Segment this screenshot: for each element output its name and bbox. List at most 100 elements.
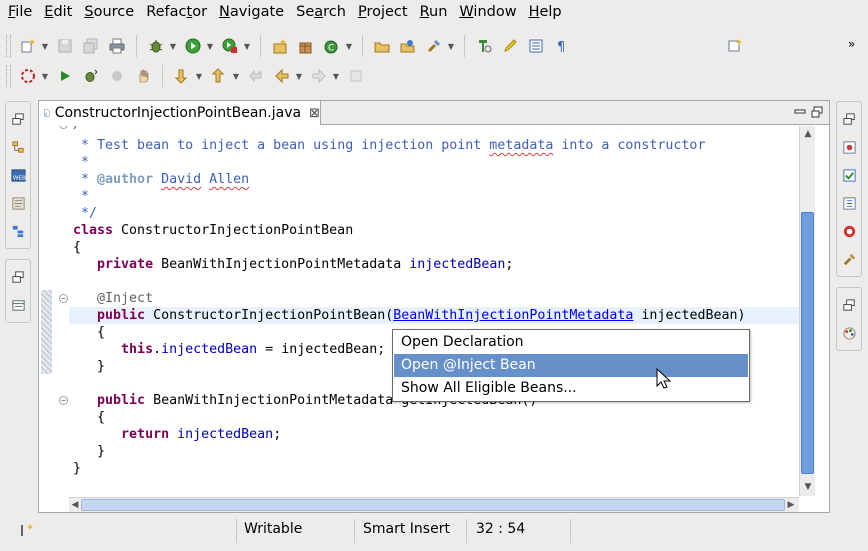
- left-trim-group-1: WEB: [5, 101, 31, 249]
- scroll-down-icon[interactable]: ▼: [802, 481, 814, 493]
- new-package-icon[interactable]: [295, 35, 317, 57]
- right-trim-group-1: [836, 101, 862, 277]
- hierarchy-icon[interactable]: [9, 138, 27, 156]
- maximize-icon[interactable]: [810, 105, 824, 119]
- hand-icon[interactable]: [132, 65, 154, 87]
- horizontal-scrollbar[interactable]: ◀ ▶: [69, 497, 799, 512]
- menu-run[interactable]: Run: [414, 0, 454, 25]
- restore-icon-2[interactable]: [9, 268, 27, 286]
- close-icon[interactable]: ⊠: [309, 106, 320, 121]
- new-class-icon[interactable]: C: [321, 35, 343, 57]
- menu-project[interactable]: Project: [352, 0, 414, 25]
- block-selection-icon[interactable]: [525, 35, 547, 57]
- color-palette-icon[interactable]: [840, 324, 858, 342]
- new-class-dropdown-icon[interactable]: ▼: [345, 35, 353, 57]
- code-area[interactable]: − − − / * Test bean to inject a bean usi…: [39, 126, 799, 496]
- svg-text:¶: ¶: [557, 40, 565, 54]
- tasks-icon[interactable]: [840, 166, 858, 184]
- skip-breakpoints-icon[interactable]: [17, 65, 39, 87]
- web-browser-icon[interactable]: WEB: [9, 166, 27, 184]
- open-type-icon[interactable]: [371, 35, 393, 57]
- horizontal-scroll-thumb[interactable]: [81, 499, 785, 511]
- menu-edit[interactable]: Edit: [38, 0, 78, 25]
- code-line: {: [73, 325, 106, 340]
- debug-icon[interactable]: [145, 35, 167, 57]
- fold-expanded-icon[interactable]: −: [59, 294, 68, 303]
- search-icon[interactable]: [423, 35, 445, 57]
- toolbar-grip-2[interactable]: [6, 65, 11, 87]
- menu-refactor[interactable]: Refactor: [140, 0, 213, 25]
- forward-icon: [308, 65, 330, 87]
- code-line: }: [73, 461, 82, 476]
- debug-step-icon[interactable]: [80, 65, 102, 87]
- left-trim-group-2: [5, 259, 31, 323]
- back-icon[interactable]: [271, 65, 293, 87]
- menu-window[interactable]: Window: [453, 0, 522, 25]
- type-hyperlink[interactable]: BeanWithInjectionPointMetadata: [393, 308, 633, 323]
- print-icon[interactable]: [106, 35, 128, 57]
- new-dropdown-icon[interactable]: ▼: [41, 35, 49, 57]
- tab-constructor-injection-point-bean[interactable]: J ConstructorInjectionPointBean.java ⊠: [39, 101, 321, 125]
- console-icon[interactable]: [9, 296, 27, 314]
- skip-breakpoints-dropdown-icon[interactable]: ▼: [41, 65, 49, 87]
- new-icon[interactable]: [17, 35, 39, 57]
- restore-icon-right-2[interactable]: [840, 296, 858, 314]
- status-writable: Writable: [244, 521, 303, 537]
- run-external-icon[interactable]: [219, 35, 241, 57]
- menu-help[interactable]: Help: [523, 0, 568, 25]
- right-trim-group-2: [836, 287, 862, 351]
- javadoc-icon[interactable]: [9, 194, 27, 212]
- debug-dropdown-icon[interactable]: ▼: [169, 35, 177, 57]
- open-task-icon[interactable]: [397, 35, 419, 57]
- toolbar-grip[interactable]: [6, 35, 11, 57]
- show-whitespace-icon[interactable]: ¶: [551, 35, 573, 57]
- fold-expanded-icon[interactable]: −: [59, 126, 68, 129]
- forward-dropdown-icon: ▼: [332, 71, 340, 81]
- bookmarks-icon[interactable]: [840, 194, 858, 212]
- menu-navigate[interactable]: Navigate: [213, 0, 290, 25]
- popup-open-inject-bean[interactable]: Open @Inject Bean BeanWithInjectionPoint…: [394, 354, 748, 396]
- code-line: */: [73, 206, 98, 221]
- open-perspective-icon[interactable]: [724, 35, 746, 57]
- scroll-up-icon[interactable]: ▲: [802, 128, 814, 140]
- next-annotation-dropdown-icon[interactable]: ▼: [195, 65, 203, 87]
- svg-text:WEB: WEB: [12, 175, 25, 181]
- scroll-left-icon[interactable]: ◀: [69, 499, 81, 511]
- scroll-right-icon[interactable]: ▶: [785, 499, 797, 511]
- popup-open-declaration[interactable]: Open Declaration: [394, 331, 748, 354]
- vertical-scroll-thumb[interactable]: [801, 212, 814, 474]
- menu-source[interactable]: Source: [78, 0, 140, 25]
- code-line: {: [73, 240, 82, 255]
- package-explorer-icon[interactable]: [840, 138, 858, 156]
- problems-icon[interactable]: [840, 222, 858, 240]
- overview-ruler[interactable]: [815, 126, 829, 512]
- popup-show-eligible-beans[interactable]: Show All Eligible Beans...: [394, 377, 748, 400]
- search-dropdown-icon[interactable]: ▼: [447, 35, 455, 57]
- fast-view-icon[interactable]: [20, 522, 36, 538]
- palette-icon[interactable]: [840, 250, 858, 268]
- main-toolbar: ▼ ▼ ▼ ▼ C ▼ ▼ ¶ »: [0, 31, 868, 61]
- highlight-icon[interactable]: [499, 35, 521, 57]
- run-icon[interactable]: [182, 35, 204, 57]
- restore-icon-right[interactable]: [840, 110, 858, 128]
- previous-annotation-icon[interactable]: [208, 65, 230, 87]
- chevron-right-icon[interactable]: »: [848, 37, 855, 51]
- previous-annotation-dropdown-icon[interactable]: ▼: [232, 65, 240, 87]
- tab-title: ConstructorInjectionPointBean.java: [54, 105, 302, 121]
- minimize-icon[interactable]: [793, 105, 807, 119]
- vertical-scrollbar[interactable]: ▲ ▼: [799, 126, 815, 496]
- new-java-project-icon[interactable]: [269, 35, 291, 57]
- next-annotation-icon[interactable]: [171, 65, 193, 87]
- restore-icon[interactable]: [9, 110, 27, 128]
- menu-search[interactable]: Search: [290, 0, 352, 25]
- java-editor: J ConstructorInjectionPointBean.java ⊠ −…: [38, 100, 830, 513]
- fold-expanded-icon[interactable]: −: [59, 396, 68, 405]
- outline-icon[interactable]: [9, 222, 27, 240]
- run-dropdown-icon[interactable]: ▼: [206, 35, 214, 57]
- resume-icon[interactable]: [54, 65, 76, 87]
- code-line: * Test bean to inject a bean using injec…: [73, 138, 706, 153]
- toggle-mark-occurrences-icon[interactable]: [473, 35, 495, 57]
- menu-file[interactable]: File: [2, 0, 38, 25]
- back-dropdown-icon[interactable]: ▼: [295, 65, 303, 87]
- run-external-dropdown-icon[interactable]: ▼: [243, 35, 251, 57]
